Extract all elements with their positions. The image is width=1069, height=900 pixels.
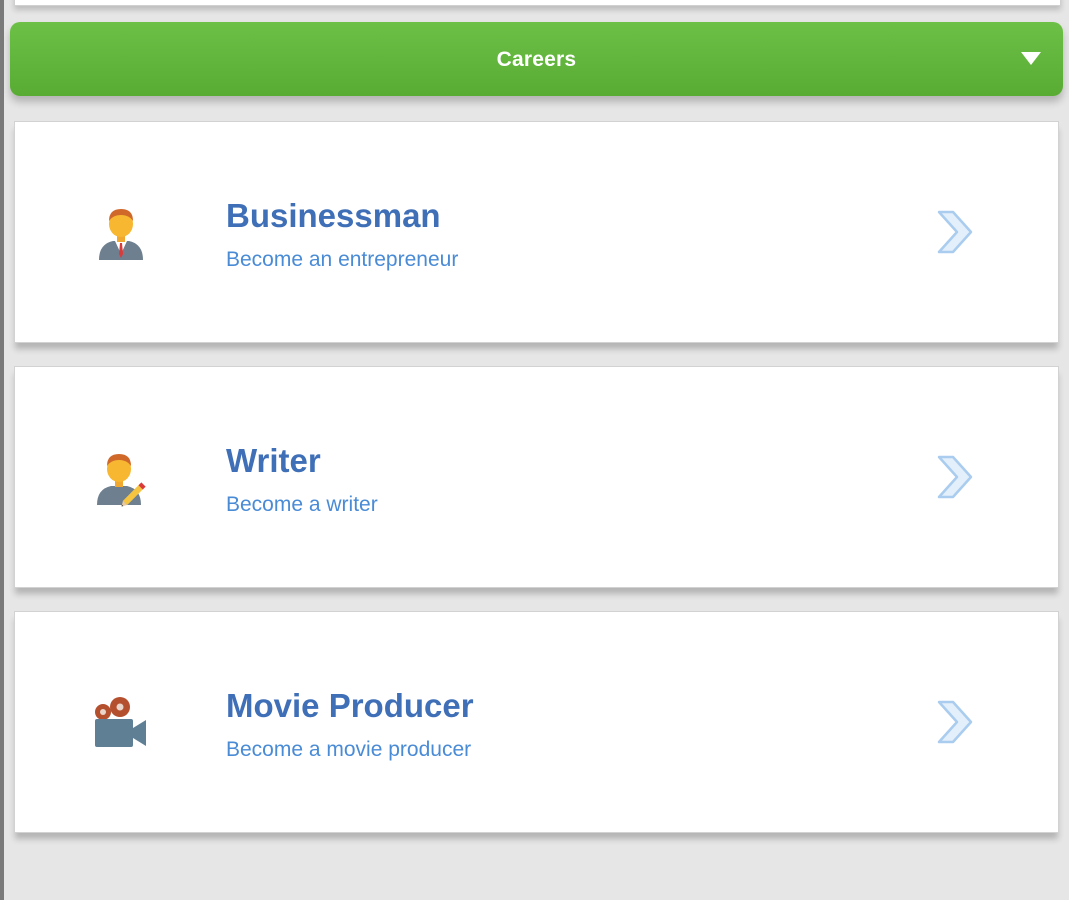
career-card-movie-producer[interactable]: Movie Producer Become a movie producer (14, 611, 1059, 833)
career-subtitle: Become a movie producer (226, 738, 472, 761)
career-title: Businessman (226, 197, 441, 234)
businessman-icon (99, 209, 143, 260)
movie-camera-icon (95, 697, 146, 747)
career-title: Writer (226, 442, 321, 479)
chevron-right-icon[interactable] (935, 698, 975, 746)
chevron-right-icon[interactable] (935, 453, 975, 501)
previous-card (14, 0, 1061, 6)
career-subtitle: Become an entrepreneur (226, 248, 459, 271)
careers-dropdown-header[interactable]: Careers (10, 22, 1063, 96)
writer-icon (97, 454, 146, 507)
career-title: Movie Producer (226, 687, 474, 724)
careers-header-title: Careers (496, 48, 577, 71)
caret-down-icon[interactable] (1021, 52, 1041, 65)
career-card-businessman[interactable]: Businessman Become an entrepreneur (14, 121, 1059, 343)
chevron-right-icon[interactable] (935, 208, 975, 256)
career-subtitle: Become a writer (226, 493, 378, 516)
frame-edge (0, 0, 4, 900)
career-card-writer[interactable]: Writer Become a writer (14, 366, 1059, 588)
